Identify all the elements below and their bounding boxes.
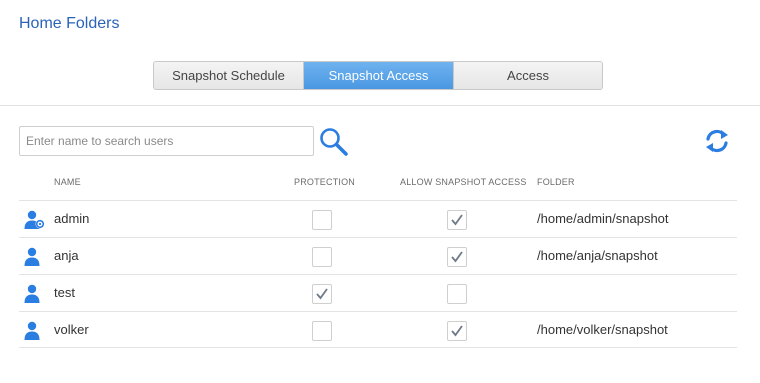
user-name: test bbox=[54, 285, 75, 300]
protection-checkbox[interactable] bbox=[312, 210, 332, 230]
protection-checkbox[interactable] bbox=[312, 247, 332, 267]
checkmark-icon bbox=[316, 288, 328, 300]
user-name: admin bbox=[54, 211, 90, 226]
column-header-name: NAME bbox=[54, 177, 81, 187]
tab-access[interactable]: Access bbox=[454, 62, 602, 89]
admin-user-icon bbox=[24, 210, 46, 230]
divider bbox=[0, 105, 760, 106]
allow-snapshot-access-checkbox[interactable] bbox=[447, 210, 467, 230]
checkmark-icon bbox=[451, 325, 463, 337]
user-name: volker bbox=[54, 322, 89, 337]
column-header-folder: FOLDER bbox=[537, 177, 575, 187]
protection-checkbox[interactable] bbox=[312, 284, 332, 304]
page-title: Home Folders bbox=[19, 15, 120, 32]
refresh-icon[interactable] bbox=[702, 126, 732, 156]
table-row: admin /home/admin/snapshot bbox=[19, 200, 737, 237]
folder-path: /home/anja/snapshot bbox=[537, 248, 658, 263]
folder-path: /home/admin/snapshot bbox=[537, 211, 669, 226]
tab-snapshot-access[interactable]: Snapshot Access bbox=[304, 62, 454, 89]
search-icon[interactable] bbox=[318, 126, 350, 158]
search-input[interactable] bbox=[19, 126, 314, 156]
user-icon bbox=[24, 247, 46, 267]
allow-snapshot-access-checkbox[interactable] bbox=[447, 284, 467, 304]
allow-snapshot-access-checkbox[interactable] bbox=[447, 247, 467, 267]
table-row: volker /home/volker/snapshot bbox=[19, 311, 737, 348]
tab-snapshot-schedule[interactable]: Snapshot Schedule bbox=[154, 62, 304, 89]
tab-bar: Snapshot Schedule Snapshot Access Access bbox=[153, 61, 603, 90]
checkmark-icon bbox=[451, 214, 463, 226]
user-name: anja bbox=[54, 248, 79, 263]
table-row: test bbox=[19, 274, 737, 311]
table-row: anja /home/anja/snapshot bbox=[19, 237, 737, 274]
user-icon bbox=[24, 321, 46, 341]
checkmark-icon bbox=[451, 251, 463, 263]
allow-snapshot-access-checkbox[interactable] bbox=[447, 321, 467, 341]
folder-path: /home/volker/snapshot bbox=[537, 322, 668, 337]
column-header-allow-snapshot-access: ALLOW SNAPSHOT ACCESS bbox=[400, 177, 527, 187]
user-icon bbox=[24, 284, 46, 304]
protection-checkbox[interactable] bbox=[312, 321, 332, 341]
column-header-protection: PROTECTION bbox=[294, 177, 356, 187]
